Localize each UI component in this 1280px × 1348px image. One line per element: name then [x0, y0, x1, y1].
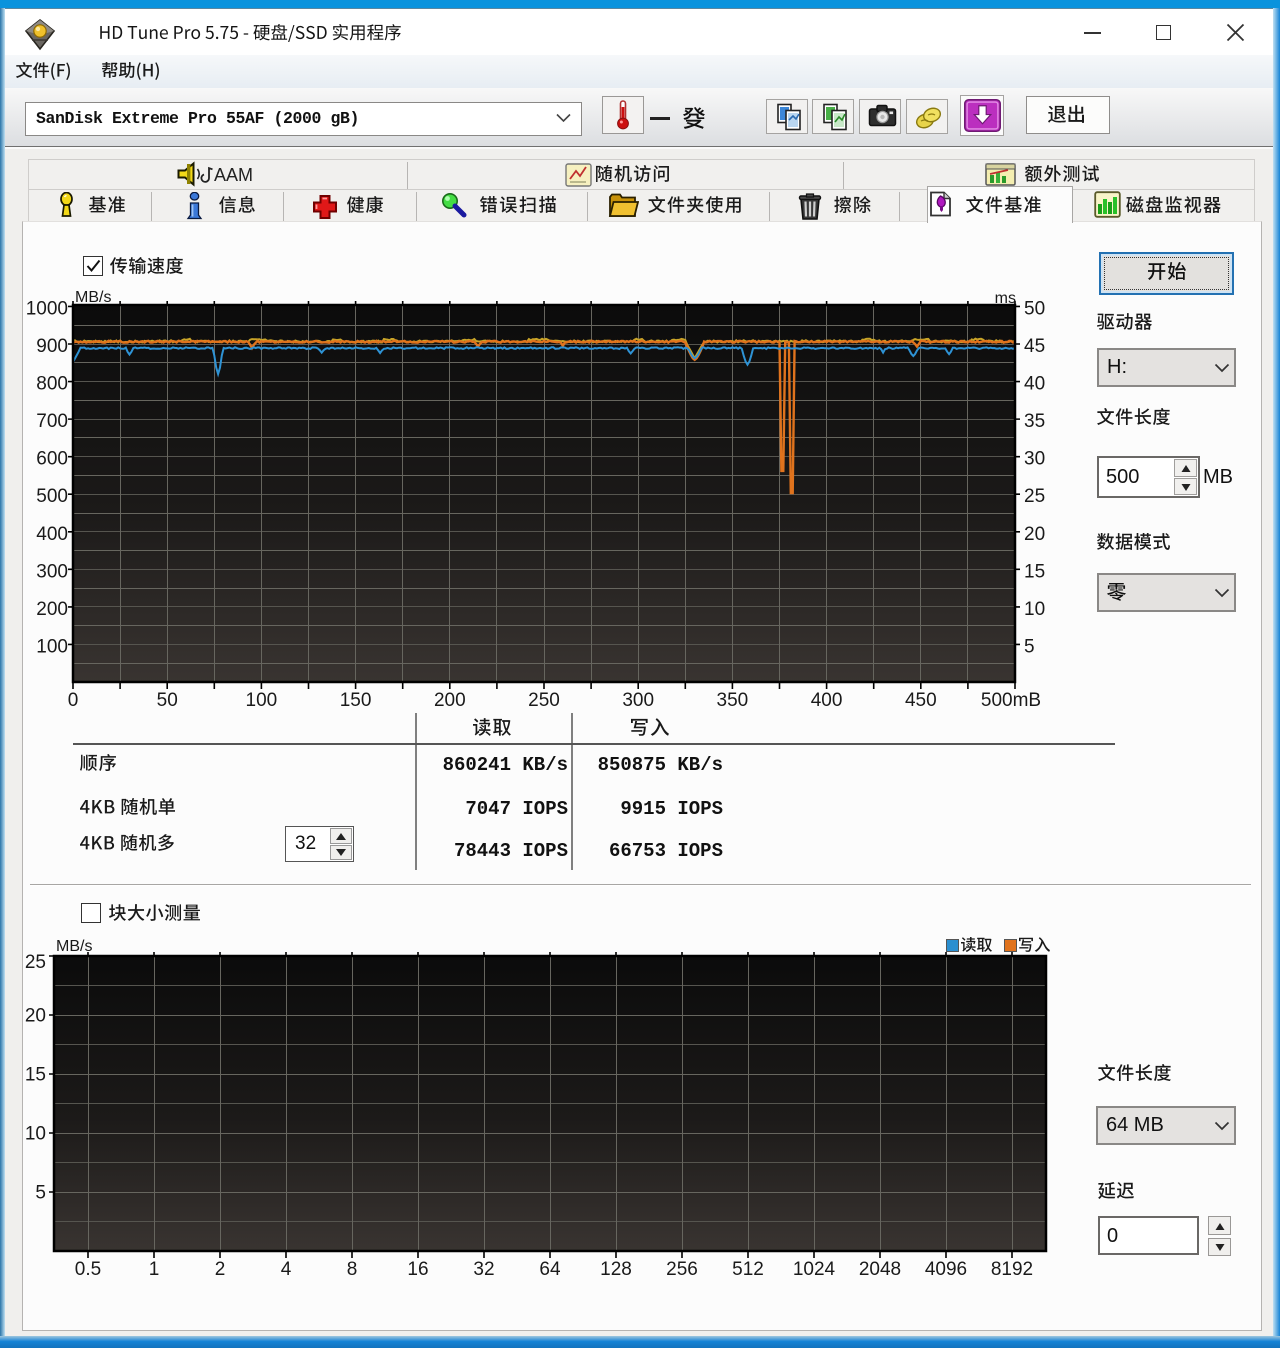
svg-text:2048: 2048	[859, 1259, 901, 1280]
svg-text:350: 350	[717, 690, 749, 711]
svg-text:600: 600	[36, 449, 68, 470]
svg-text:5: 5	[1024, 636, 1035, 657]
svg-text:300: 300	[622, 690, 654, 711]
svg-text:400: 400	[811, 690, 843, 711]
svg-text:1: 1	[149, 1259, 160, 1280]
svg-text:800: 800	[36, 374, 68, 395]
svg-text:20: 20	[1024, 524, 1045, 545]
svg-text:40: 40	[1024, 374, 1045, 395]
svg-text:200: 200	[36, 599, 68, 620]
svg-text:4096: 4096	[925, 1259, 967, 1280]
svg-text:500: 500	[36, 486, 68, 507]
svg-text:20: 20	[25, 1006, 46, 1027]
svg-text:2: 2	[215, 1259, 226, 1280]
svg-text:25: 25	[25, 952, 46, 973]
svg-text:128: 128	[600, 1259, 632, 1280]
svg-text:10: 10	[25, 1124, 46, 1145]
svg-text:500mB: 500mB	[981, 690, 1041, 711]
svg-text:700: 700	[36, 411, 68, 432]
svg-text:25: 25	[1024, 486, 1045, 507]
svg-text:50: 50	[157, 690, 178, 711]
svg-text:30: 30	[1024, 449, 1045, 470]
svg-text:400: 400	[36, 524, 68, 545]
svg-text:0.5: 0.5	[75, 1259, 101, 1280]
svg-text:900: 900	[36, 336, 68, 357]
svg-text:15: 15	[25, 1065, 46, 1086]
svg-text:1024: 1024	[793, 1259, 836, 1280]
svg-text:32: 32	[473, 1259, 494, 1280]
svg-text:150: 150	[340, 690, 372, 711]
svg-text:15: 15	[1024, 561, 1045, 582]
svg-text:512: 512	[732, 1259, 764, 1280]
svg-text:0: 0	[68, 690, 79, 711]
svg-text:250: 250	[528, 690, 560, 711]
svg-text:450: 450	[905, 690, 937, 711]
svg-text:5: 5	[35, 1183, 46, 1204]
svg-text:100: 100	[246, 690, 278, 711]
svg-text:4: 4	[281, 1259, 292, 1280]
svg-text:8192: 8192	[991, 1259, 1033, 1280]
svg-text:200: 200	[434, 690, 466, 711]
svg-text:MB/s: MB/s	[56, 938, 92, 955]
svg-text:16: 16	[407, 1259, 428, 1280]
svg-text:10: 10	[1024, 599, 1045, 620]
svg-text:300: 300	[36, 561, 68, 582]
svg-text:45: 45	[1024, 336, 1045, 357]
svg-text:1000: 1000	[26, 298, 68, 319]
svg-text:MB/s: MB/s	[75, 289, 111, 306]
svg-text:35: 35	[1024, 411, 1045, 432]
svg-text:ms: ms	[995, 290, 1016, 307]
svg-text:50: 50	[1024, 298, 1045, 319]
svg-text:256: 256	[666, 1259, 698, 1280]
svg-text:64: 64	[539, 1259, 561, 1280]
svg-text:8: 8	[347, 1259, 358, 1280]
svg-text:100: 100	[36, 636, 68, 657]
